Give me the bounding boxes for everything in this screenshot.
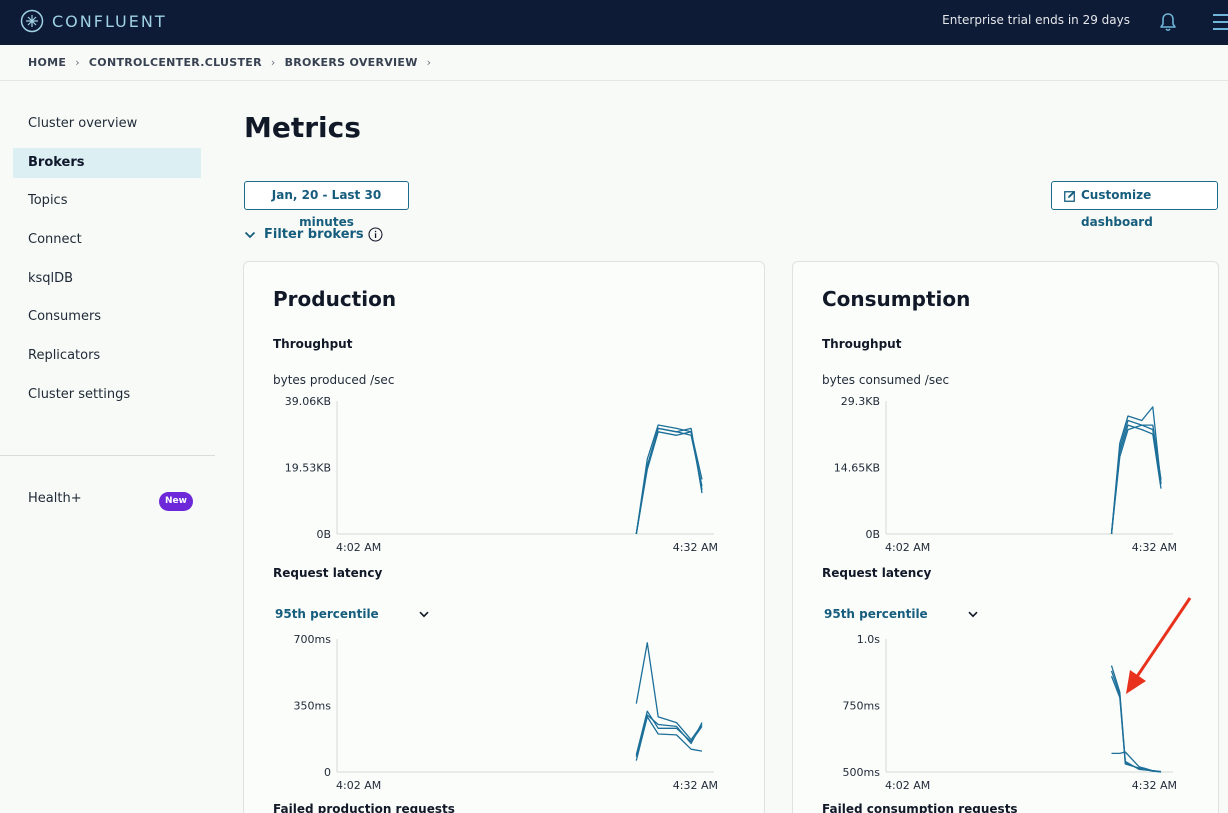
x-tick-label: 4:32 AM [1132,541,1177,554]
consumption-throughput-chart: 29.3KB 14.65KB 0B 4:02 AM 4:32 AM [834,395,1177,554]
sidebar-item-consumers[interactable]: Consumers [13,302,201,332]
consumption-percentile-select[interactable]: 95th percentile [824,607,978,621]
series-line-3 [1111,751,1162,773]
hamburger-menu-icon[interactable] [1213,12,1228,32]
consumption-title: Consumption [822,287,971,311]
chevron-down-icon [968,611,978,617]
production-throughput-chart: 39.06KB 19.53KB 0B 4:02 AM 4:32 AM [285,395,718,554]
production-throughput-label: Throughput [273,337,353,351]
consumption-latency-chart: 1.0s 750ms 500ms 4:02 AM 4:32 AM [843,633,1177,792]
consumption-card: Consumption Throughput bytes consumed /s… [792,261,1219,813]
x-tick-label: 4:32 AM [673,541,718,554]
breadcrumb-home[interactable]: HOME [28,56,66,69]
y-tick-label: 1.0s [857,633,880,646]
production-percentile-select[interactable]: 95th percentile [275,607,429,621]
customize-dashboard-label: Customize dashboard [1081,188,1153,229]
sidebar-divider [0,455,215,456]
sidebar-item-health-plus[interactable]: Health+ New [13,484,201,514]
series-line-2 [1110,670,1162,773]
new-badge: New [159,492,193,511]
consumption-latency-label: Request latency [822,566,932,580]
series-line-3 [635,431,703,535]
confluent-logo-icon [20,9,44,33]
y-tick-label: 750ms [843,700,881,713]
production-title: Production [273,287,397,311]
info-icon[interactable] [368,227,383,242]
y-tick-label: 19.53KB [285,462,331,475]
customize-dashboard-button[interactable]: Customize dashboard [1051,181,1218,229]
chevron-right-icon: › [75,56,80,69]
failed-consumption-label: Failed consumption requests [822,802,1018,813]
production-throughput-metric: bytes produced /sec [273,373,395,387]
sidebar-item-ksqldb[interactable]: ksqlDB [13,264,201,294]
sidebar-item-cluster-overview[interactable]: Cluster overview [13,109,201,139]
chevron-right-icon: › [426,56,432,69]
y-tick-label: 39.06KB [285,395,331,408]
production-card: Production Throughput bytes produced /se… [243,261,765,813]
date-range-button[interactable]: Jan, 20 - Last 30 minutes [244,181,409,229]
series-line-2 [1110,424,1162,535]
sidebar-item-label: Health+ [28,491,82,506]
series-line-4 [1110,419,1162,535]
x-tick-label: 4:02 AM [885,779,930,792]
series-line-1 [1110,665,1162,773]
x-tick-label: 4:02 AM [336,541,381,554]
y-tick-label: 29.3KB [841,395,880,408]
breadcrumb: HOME › CONTROLCENTER.CLUSTER › BROKERS O… [0,45,1228,81]
chevron-right-icon: › [270,56,276,69]
y-tick-label: 0 [324,766,331,779]
production-latency-chart: 700ms 350ms 0 4:02 AM 4:32 AM [294,633,718,792]
consumption-throughput-metric: bytes consumed /sec [822,373,950,387]
chevron-down-icon [419,611,429,617]
y-tick-label: 0B [316,528,331,541]
x-tick-label: 4:02 AM [336,779,381,792]
y-tick-label: 500ms [843,766,881,779]
production-latency-label: Request latency [273,566,383,580]
y-tick-label: 350ms [294,700,332,713]
sidebar-item-topics[interactable]: Topics [13,186,201,216]
sidebar-item-connect[interactable]: Connect [13,225,201,255]
page-title: Metrics [244,111,361,144]
brand-name: CONFLUENT [52,11,167,31]
sidebar-item-brokers[interactable]: Brokers [13,148,201,178]
trial-notice: Enterprise trial ends in 29 days [942,13,1130,27]
x-tick-label: 4:32 AM [673,779,718,792]
sidebar: Cluster overview Brokers Topics Connect … [0,82,215,813]
y-tick-label: 0B [865,528,880,541]
failed-production-label: Failed production requests [273,802,455,813]
breadcrumb-cluster[interactable]: CONTROLCENTER.CLUSTER [89,56,262,69]
chevron-down-icon [244,231,256,238]
sidebar-item-replicators[interactable]: Replicators [13,341,201,371]
percentile-value: 95th percentile [275,607,379,621]
series-line-2 [635,427,703,535]
confluent-logo[interactable]: CONFLUENT [20,9,167,33]
y-tick-label: 14.65KB [834,462,880,475]
filter-brokers-label: Filter brokers [264,227,364,242]
edit-icon [1064,190,1076,202]
sidebar-item-cluster-settings[interactable]: Cluster settings [13,380,201,410]
breadcrumb-brokers-overview[interactable]: BROKERS OVERVIEW [285,56,418,69]
consumption-throughput-label: Throughput [822,337,902,351]
x-tick-label: 4:32 AM [1132,779,1177,792]
x-tick-label: 4:02 AM [885,541,930,554]
top-navigation-bar: CONFLUENT Enterprise trial ends in 29 da… [0,0,1228,45]
y-tick-label: 700ms [294,633,332,646]
bell-icon[interactable] [1158,11,1178,38]
percentile-value: 95th percentile [824,607,928,621]
series-line-4 [635,427,703,535]
series-line-4 [635,710,703,756]
filter-brokers-toggle[interactable]: Filter brokers [244,227,383,242]
